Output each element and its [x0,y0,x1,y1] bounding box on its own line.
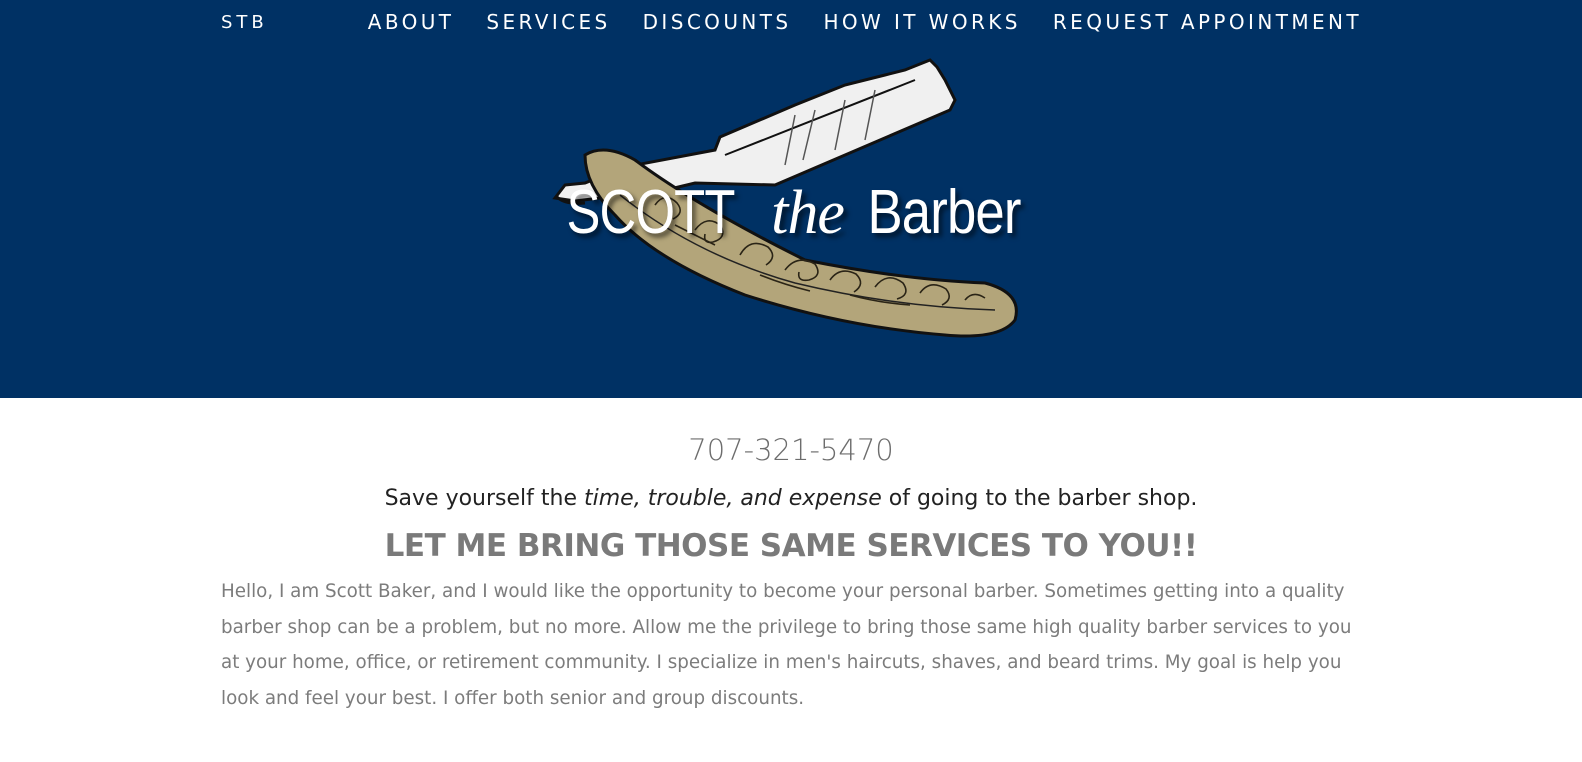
tagline: Save yourself the time, trouble, and exp… [0,486,1582,511]
intro-paragraph: Hello, I am Scott Baker, and I would lik… [221,581,1352,709]
nav-item-discounts[interactable]: DISCOUNTS [643,10,792,34]
phone-number[interactable]: 707-321-5470 [0,433,1582,467]
headline: LET ME BRING THOSE SAME SERVICES TO YOU!… [384,528,1198,564]
tagline-emphasis: time, trouble, and expense [584,486,882,511]
brand-link[interactable]: STB [221,12,268,33]
hero-banner: STB ABOUT SERVICES DISCOUNTS HOW IT WORK… [0,0,1582,398]
nav-item-services[interactable]: SERVICES [486,10,610,34]
nav-menu: ABOUT SERVICES DISCOUNTS HOW IT WORKS RE… [368,10,1362,34]
logo-word-scott: SCOTT [566,178,735,247]
logo-word-the: the [771,179,845,247]
top-navigation: STB ABOUT SERVICES DISCOUNTS HOW IT WORK… [0,10,1582,38]
nav-item-request-appointment[interactable]: REQUEST APPOINTMENT [1053,10,1362,34]
tagline-end: of going to the barber shop. [881,486,1198,511]
nav-item-about[interactable]: ABOUT [368,10,455,34]
nav-item-how-it-works[interactable]: HOW IT WORKS [823,10,1020,34]
logo-word-barber: Barber [867,178,1021,247]
tagline-start: Save yourself the [384,486,584,511]
logo-title: SCOTT the Barber [0,178,1582,248]
